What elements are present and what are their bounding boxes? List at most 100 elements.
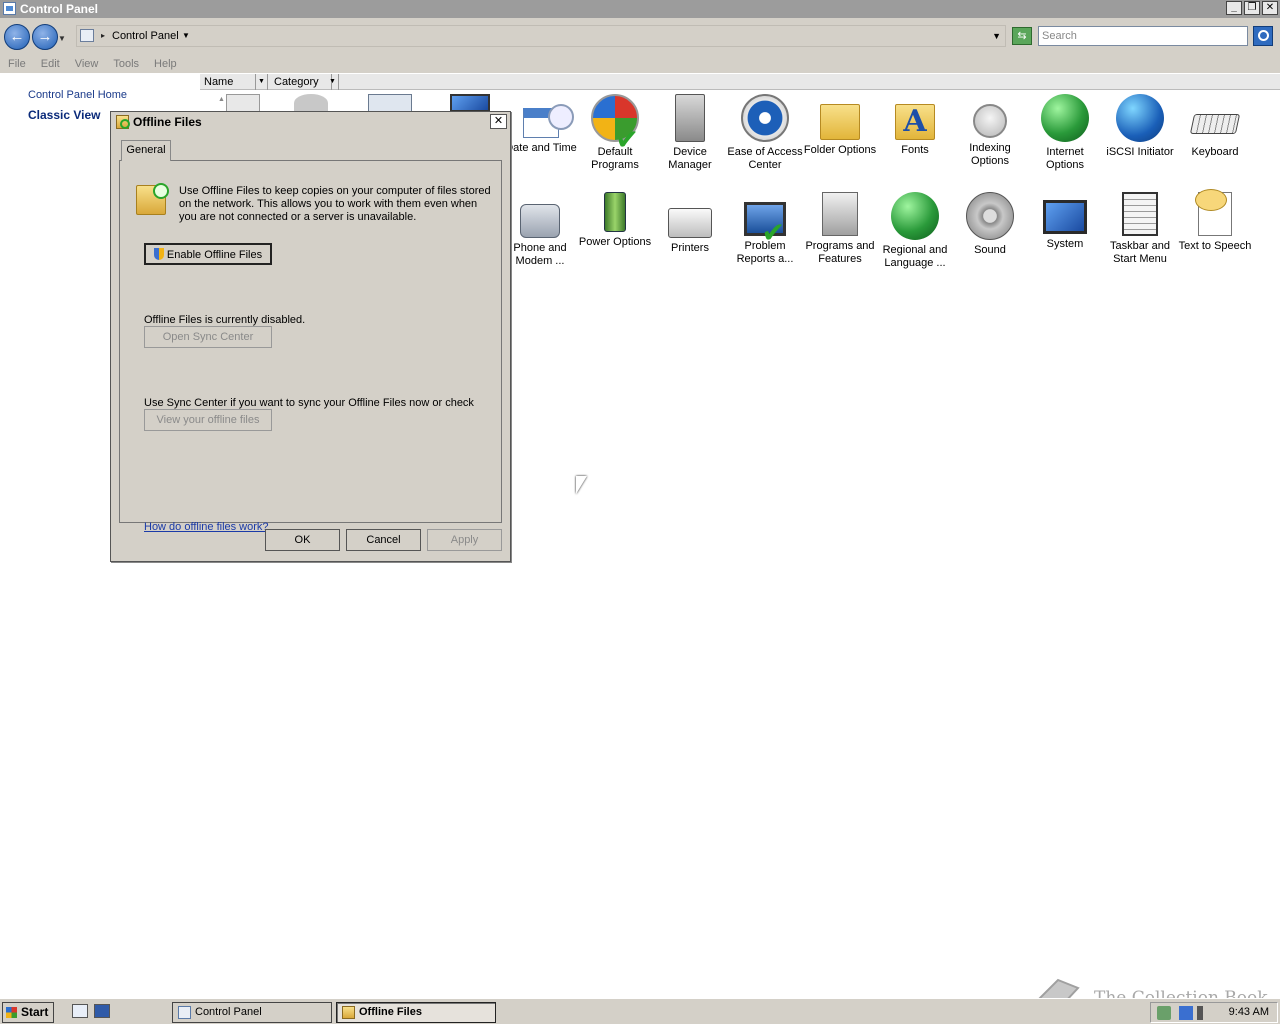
address-bar[interactable]: ▸ Control Panel ▼ ▼ [76, 25, 1006, 47]
menu-file[interactable]: File [8, 56, 34, 73]
menu-edit[interactable]: Edit [41, 56, 68, 73]
enable-offline-files-button[interactable]: Enable Offline Files [144, 243, 272, 265]
hidden-item-icon[interactable] [368, 94, 412, 112]
recent-pages-dropdown[interactable]: ▼ [58, 34, 66, 43]
hidden-item-icon[interactable] [226, 94, 260, 112]
system-tray: 9:43 AM [1150, 1002, 1278, 1023]
cp-item-label: Programs and Features [805, 240, 875, 265]
maximize-button[interactable]: ❐ [1244, 1, 1260, 15]
minimize-button[interactable]: _ [1226, 1, 1242, 15]
address-toolbar: ← → ▼ ▸ Control Panel ▼ ▼ ⇆ Search [0, 18, 1280, 56]
enable-offline-files-label: Enable Offline Files [166, 249, 263, 261]
volume-tray-icon[interactable] [1197, 1006, 1211, 1020]
taskbar-start-menu-icon [1122, 192, 1158, 236]
phone-modem-icon [520, 204, 560, 238]
cp-item-keyboard[interactable]: Keyboard [1176, 94, 1254, 159]
cp-item-text-to-speech[interactable]: Text to Speech [1176, 189, 1254, 253]
cp-item-problem-reports[interactable]: Problem Reports a... [726, 192, 804, 266]
apply-button[interactable]: Apply [427, 529, 502, 551]
ok-button[interactable]: OK [265, 529, 340, 551]
network-tray-icon[interactable] [1179, 1006, 1193, 1020]
cp-item-label: iSCSI Initiator [1106, 146, 1174, 158]
address-separator-icon[interactable]: ▸ [101, 26, 105, 46]
classic-view-link[interactable]: Classic View [28, 108, 101, 122]
cp-item-printers[interactable]: Printers [651, 192, 729, 255]
column-name[interactable]: Name ▲ [200, 74, 256, 103]
menu-view[interactable]: View [75, 56, 107, 73]
offline-files-help-link[interactable]: How do offline files work? [144, 521, 269, 533]
menu-help[interactable]: Help [154, 56, 185, 73]
text-to-speech-icon [1195, 189, 1232, 236]
cp-item-sound[interactable]: Sound [951, 192, 1029, 257]
cp-item-power-options[interactable]: Power Options [576, 192, 654, 249]
control-panel-icon [80, 29, 94, 42]
open-sync-center-button[interactable]: Open Sync Center [144, 326, 272, 348]
security-tray-icon[interactable] [1157, 1006, 1171, 1020]
clock[interactable]: 9:43 AM [1229, 1003, 1269, 1022]
column-name-label: Name [204, 76, 234, 88]
server-manager-quicklaunch-icon[interactable] [72, 1004, 88, 1018]
tab-general[interactable]: General [121, 140, 171, 161]
uac-shield-icon [153, 248, 164, 260]
cp-item-default-programs[interactable]: Default Programs [576, 94, 654, 172]
sound-icon [966, 192, 1014, 240]
cp-item-fonts[interactable]: A Fonts [876, 94, 954, 157]
offline-files-description: Use Offline Files to keep copies on your… [179, 185, 491, 223]
taskbar-button-control-panel[interactable]: Control Panel [172, 1002, 332, 1023]
taskbar-button-label: Control Panel [195, 1006, 262, 1018]
cp-item-label: Fonts [901, 144, 929, 156]
folder-options-icon [820, 104, 860, 140]
cp-item-label: Keyboard [1191, 146, 1239, 158]
menu-tools[interactable]: Tools [113, 56, 147, 73]
view-offline-files-button[interactable]: View your offline files [144, 409, 272, 431]
cp-item-ease-of-access-center[interactable]: Ease of Access Center [726, 94, 804, 172]
cp-item-indexing-options[interactable]: Indexing Options [951, 94, 1029, 168]
cp-item-system[interactable]: System [1026, 192, 1104, 251]
cp-item-taskbar-and-start-menu[interactable]: Taskbar and Start Menu [1101, 192, 1179, 266]
cp-item-label: Printers [671, 242, 709, 254]
offline-files-icon [116, 115, 130, 129]
dialog-title-bar[interactable]: Offline Files ✕ [111, 112, 510, 132]
iscsi-initiator-icon [1116, 94, 1164, 142]
search-input[interactable]: Search [1038, 26, 1248, 46]
cp-item-folder-options[interactable]: Folder Options [801, 94, 879, 157]
cp-item-date-and-time[interactable]: Date and Time [502, 94, 580, 155]
taskbar-button-offline-files[interactable]: Offline Files [336, 1002, 496, 1023]
breadcrumb-control-panel[interactable]: Control Panel [112, 26, 179, 46]
hidden-item-icon[interactable] [450, 94, 490, 112]
cp-item-label: Date and Time [505, 142, 577, 154]
dialog-close-button[interactable]: ✕ [490, 114, 507, 129]
back-button[interactable]: ← [4, 24, 30, 50]
search-icon[interactable] [1253, 26, 1273, 46]
cp-item-iscsi-initiator[interactable]: iSCSI Initiator [1101, 94, 1179, 159]
cp-item-programs-and-features[interactable]: Programs and Features [801, 192, 879, 266]
window-title-bar: Control Panel _ ❐ ✕ [0, 0, 1280, 18]
default-programs-icon [591, 94, 639, 146]
cancel-button[interactable]: Cancel [346, 529, 421, 551]
column-category-filter-dropdown[interactable]: ▼ [327, 74, 339, 90]
start-button[interactable]: Start [2, 1002, 54, 1023]
column-name-filter-dropdown[interactable]: ▼ [256, 74, 268, 90]
cp-item-device-manager[interactable]: Device Manager [651, 94, 729, 172]
column-category-label: Category [274, 76, 319, 88]
hidden-item-icon[interactable] [294, 94, 328, 112]
cp-item-internet-options[interactable]: Internet Options [1026, 94, 1104, 172]
cp-item-label: Ease of Access Center [727, 146, 803, 171]
forward-button[interactable]: → [32, 24, 58, 50]
cp-item-regional-and-language[interactable]: Regional and Language ... [876, 192, 954, 270]
close-button[interactable]: ✕ [1262, 1, 1278, 15]
indexing-options-icon [973, 104, 1007, 138]
control-panel-home-link[interactable]: Control Panel Home [28, 89, 127, 101]
address-history-dropdown[interactable]: ▼ [992, 26, 1001, 46]
cp-item-phone-and-modem[interactable]: Phone and Modem ... [501, 192, 579, 268]
refresh-button[interactable]: ⇆ [1012, 27, 1032, 45]
fonts-folder-icon: A [895, 104, 935, 140]
cp-item-label: Internet Options [1046, 146, 1084, 171]
cp-item-label: Taskbar and Start Menu [1110, 240, 1170, 265]
cp-item-label: Text to Speech [1178, 240, 1252, 252]
cp-item-label: Regional and Language ... [882, 244, 948, 269]
chevron-down-icon[interactable]: ▼ [182, 26, 190, 46]
column-category[interactable]: Category [270, 74, 332, 90]
cp-item-label: Default Programs [591, 146, 639, 171]
show-desktop-quicklaunch-icon[interactable] [94, 1004, 110, 1018]
